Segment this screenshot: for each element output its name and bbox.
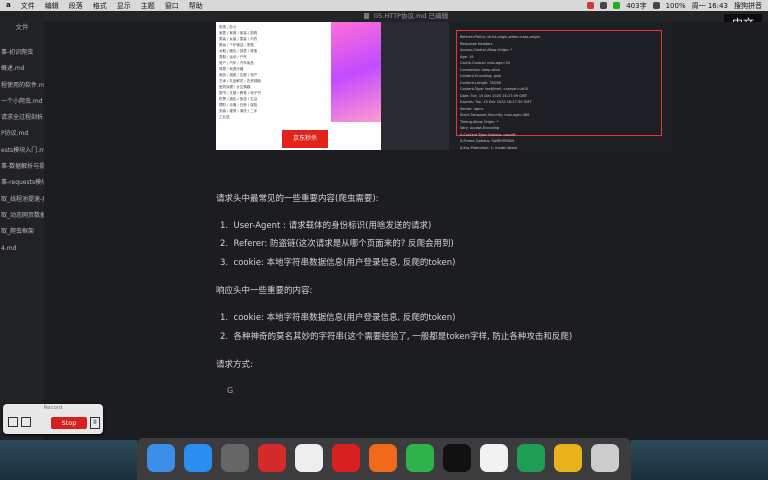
sidebar-file-item[interactable]: 请求全过程剖析.md [0,110,44,126]
record-tray-icon[interactable] [587,2,595,9]
sidebar-file-item[interactable]: 事-数据解析与提取 [0,159,44,175]
status-tray: 403字 100% 周一 16:43 搜狗拼音 [587,1,768,11]
qq-icon[interactable] [443,444,471,472]
pycharm-icon[interactable] [517,444,545,472]
launchpad-icon[interactable] [221,444,249,472]
menu-item[interactable]: 格式 [93,1,107,11]
menu-item[interactable]: 主题 [141,1,155,11]
promo-banner [331,22,381,122]
response-intro: 响应头中一些重要的内容: [216,286,313,296]
request-intro: 请求头中最常见的一些重要内容(爬虫需要): [216,194,379,204]
jd-promo-label: 京东秒杀 [282,130,328,148]
record-widget[interactable]: Record Stop II [3,404,103,434]
word-count: 403字 [626,1,647,10]
network-list [381,22,449,150]
sidebar-file-item[interactable]: ests模块入门.md [0,143,44,159]
menu-item[interactable]: 段落 [69,1,83,11]
window-title: 05.HTTP协议.md 已编辑 [44,11,768,22]
menu-item[interactable]: 窗口 [165,1,179,11]
wechat-icon[interactable] [406,444,434,472]
header-line: X-Xss-Protection: 1; mode=block [460,145,518,150]
sidebar-file-item[interactable]: 事-requests模块进阶 [0,175,44,191]
methods-intro: 请求方式: [216,360,253,370]
ime-indicator[interactable]: 搜狗拼音 [734,1,762,11]
sidebar-title: 文件 [15,23,29,31]
request-item-3-text: cookie: 本地字符串数据信息(用户登录信息, 反爬的token) [233,258,456,268]
sidebar-file-item[interactable]: 一个小爬虫.md [0,94,44,110]
menu-item[interactable]: a [6,1,11,11]
finder-icon[interactable] [147,444,175,472]
document-status: 已编辑 [428,12,449,20]
opera-icon[interactable] [332,444,360,472]
clock[interactable]: 周一 16:43 [692,1,728,11]
typing-cursor: G [227,386,234,395]
chrome-icon[interactable] [295,444,323,472]
sidebar-file-item[interactable]: 取_爬虫框架 [0,224,44,240]
menu-item[interactable]: 显示 [117,1,131,11]
category-list: 电视 / 办公 家居 / 家具 / 家装 / 厨具 男装 / 女装 / 童装 / 内… [216,22,280,150]
window-icon[interactable] [21,417,31,427]
resize-icon[interactable] [8,417,18,427]
record-title: Record [43,405,63,411]
menu-items: a 文件 编辑 段落 格式 显示 主题 窗口 帮助 [0,1,203,11]
desktop-wallpaper-left [0,440,137,480]
sidebar-file-item[interactable]: 4.md [0,241,44,257]
wifi-icon[interactable] [652,2,660,9]
response-item-1: 1. cookie: 本地字符串数据信息(用户登录信息, 反爬的token) [220,313,456,323]
menu-item[interactable]: 编辑 [45,1,59,11]
battery-percent: 100% [665,1,686,10]
wechat-tray-icon[interactable] [613,2,621,9]
sidebar-file-item[interactable]: P协议.md [0,126,44,142]
pause-button[interactable]: II [90,417,100,429]
embedded-screenshot: 电视 / 办公 家居 / 家具 / 家装 / 厨具 男装 / 女装 / 童装 / 内… [216,22,670,150]
request-item-1: 1. User-Agent : 请求载体的身份标识(用啥发送的请求) [220,221,432,231]
response-item-2: 2. 各种神奇的莫名其妙的字符串(这个需要经验了, 一般都是token字样, 防… [220,332,573,342]
document-icon [363,13,369,19]
menu-item[interactable]: 文件 [21,1,35,11]
request-item-2-text: Referer: 防盗链(这次请求是从哪个页面来的? 反爬会用到) [233,239,454,249]
typora-icon[interactable] [480,444,508,472]
netease-music-icon[interactable] [258,444,286,472]
sidebar-file-item[interactable]: 程使用的软件.md [0,78,44,94]
request-item-2: 2. Referer: 防盗链(这次请求是从哪个页面来的? 反爬会用到) [220,239,454,249]
firefox-icon[interactable] [369,444,397,472]
sidebar-file-item[interactable]: 取_动态网页数据爬取 [0,208,44,224]
stop-button[interactable]: Stop [51,417,87,429]
trash-icon[interactable] [591,444,619,472]
request-item-1-text: User-Agent : 请求载体的身份标识(用啥发送的请求) [233,221,432,231]
response-item-1-text: cookie: 本地字符串数据信息(用户登录信息, 反爬的token) [233,313,456,323]
sidebar-file-item[interactable]: 取_线程池提速-异步爬虫 [0,192,44,208]
response-item-2-text: 各种神奇的莫名其妙的字符串(这个需要经验了, 一般都是token字样, 防止各种… [233,332,573,342]
category-line: 工业品 [219,115,230,119]
sidebar-file-item[interactable]: 概述.md [0,61,44,77]
dock [137,438,631,480]
desktop-wallpaper-right [631,440,768,480]
menu-bar: a 文件 编辑 段落 格式 显示 主题 窗口 帮助 403字 100% 周一 16:43 搜狗拼… [0,0,768,11]
menu-item[interactable]: 帮助 [189,1,203,11]
request-item-3: 3. cookie: 本地字符串数据信息(用户登录信息, 反爬的token) [220,258,456,268]
headers-text: Referrer-Policy: strict-origin-when-cros… [460,34,658,150]
xcode-icon[interactable] [554,444,582,472]
editor-area[interactable]: 电视 / 办公 家居 / 家具 / 家装 / 厨具 男装 / 女装 / 童装 / 内… [44,22,768,440]
file-list: 事-初识爬虫概述.md程使用的软件.md一个小爬虫.md请求全过程剖析.mdP协… [0,45,44,257]
document-filename: 05.HTTP协议.md [374,12,427,20]
safari-icon[interactable] [184,444,212,472]
gear-tray-icon[interactable] [600,2,608,9]
sidebar-file-item[interactable]: 事-初识爬虫 [0,45,44,61]
